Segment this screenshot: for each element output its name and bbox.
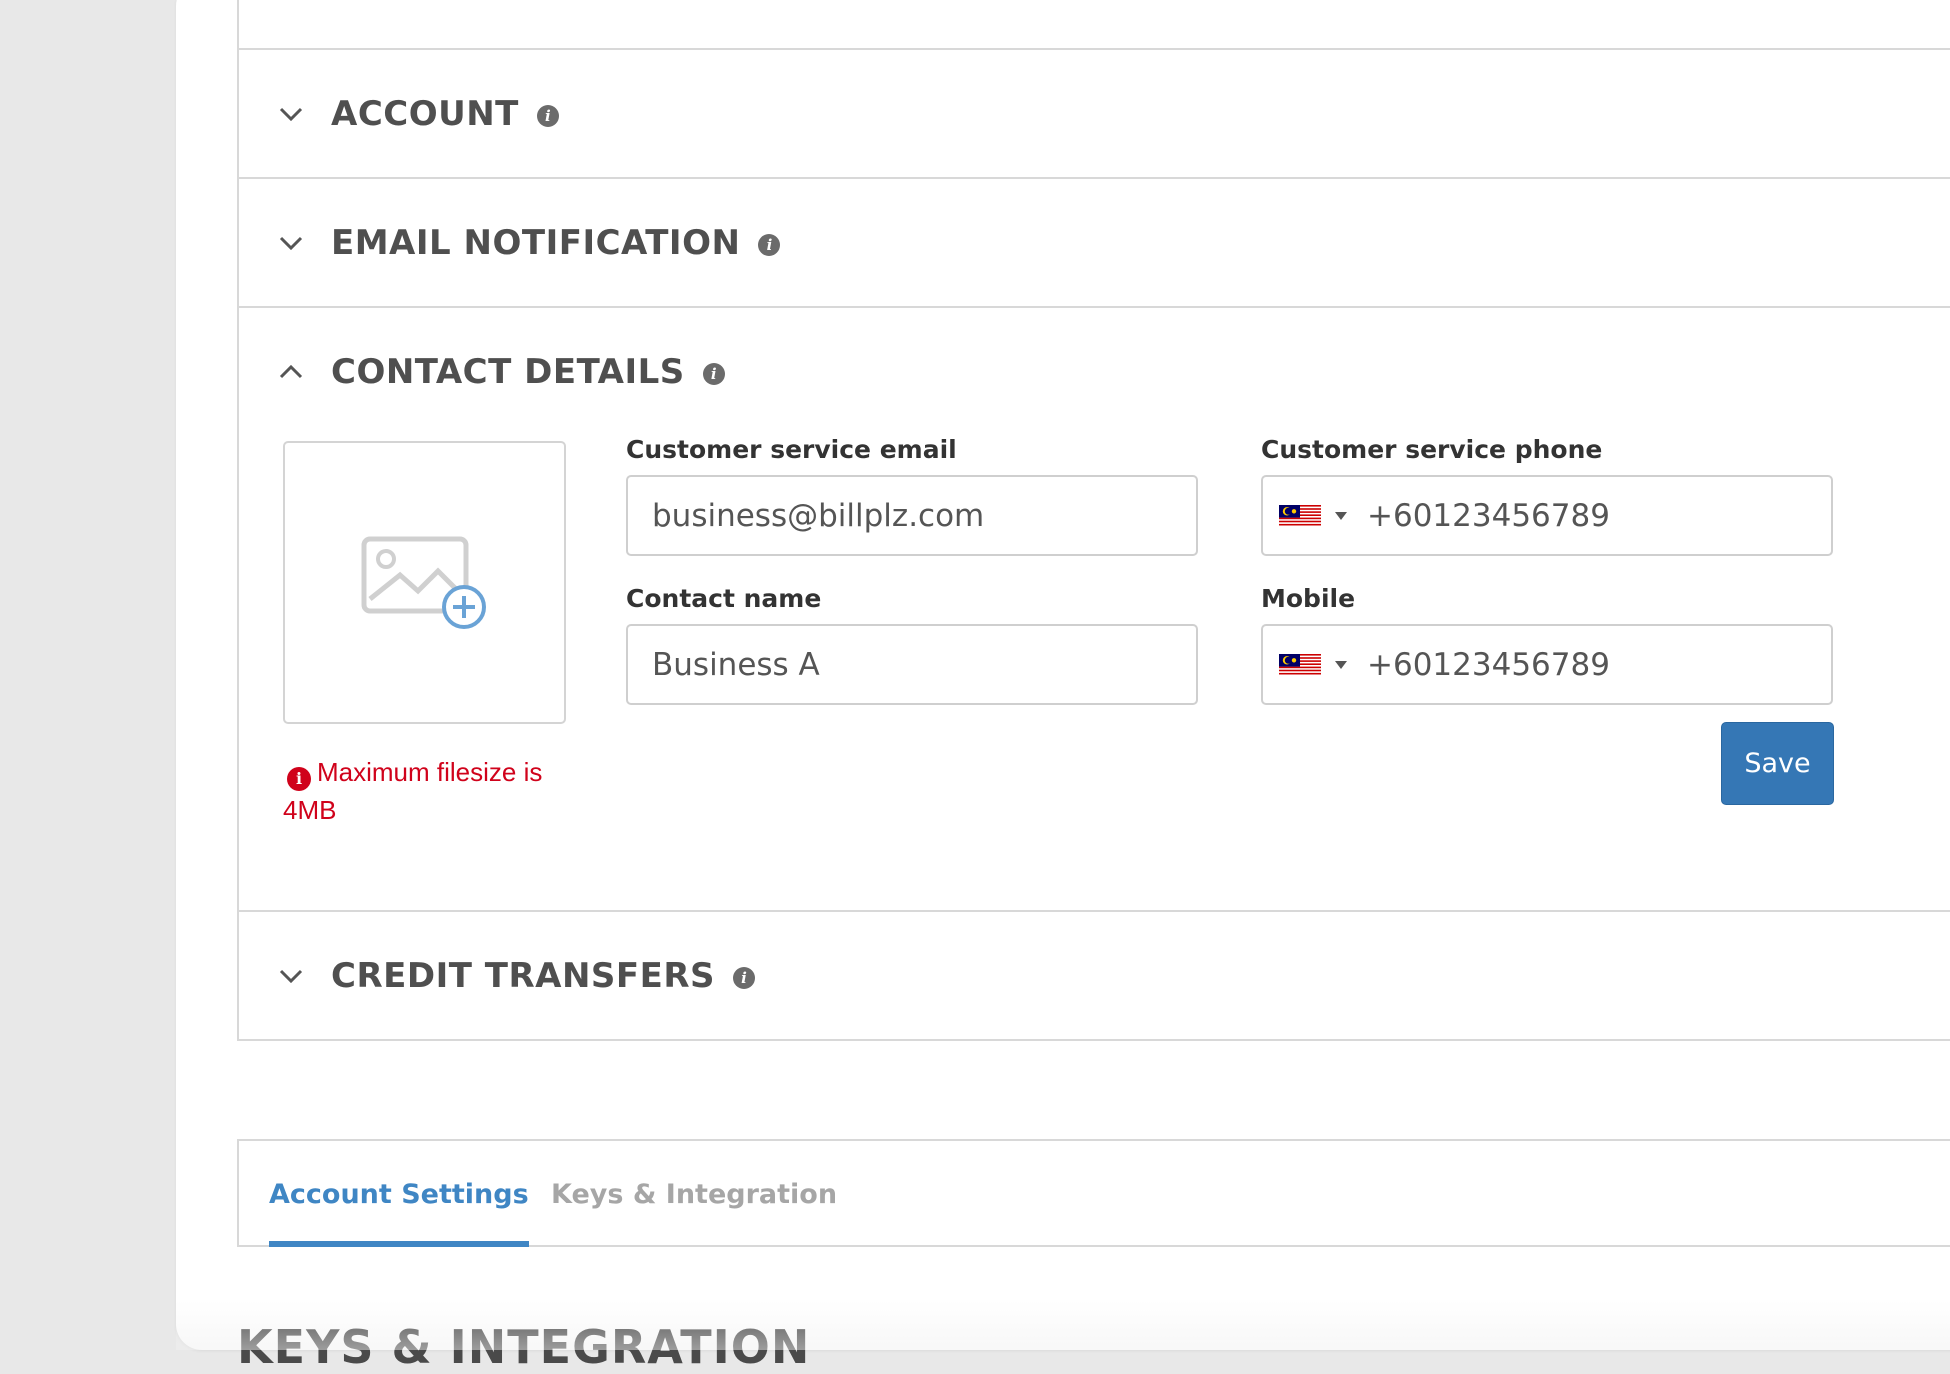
section-account: ACCOUNT i: [239, 50, 1950, 179]
mobile-label: Mobile: [1261, 584, 1356, 613]
contact-details-body: i Maximum filesize is 4MB Customer servic…: [239, 435, 1950, 910]
mobile-number-input[interactable]: [1365, 626, 1831, 703]
info-icon[interactable]: i: [702, 362, 725, 385]
chevron-down-icon: [279, 964, 303, 988]
section-title: CONTACT DETAILS: [331, 351, 685, 392]
tab-keys-integration[interactable]: Keys & Integration: [551, 1141, 837, 1247]
section-account-header[interactable]: ACCOUNT i: [239, 50, 1950, 177]
previous-section-bottom: [237, 0, 1950, 50]
add-image-icon: [361, 536, 486, 629]
tab-account-settings[interactable]: Account Settings: [269, 1141, 529, 1247]
tab-bar: Account Settings Keys & Integration: [237, 1139, 1950, 1247]
chevron-down-icon: [279, 102, 303, 126]
section-contact-details: CONTACT DETAILS i i Maximum filesize is 4…: [239, 308, 1950, 912]
section-email-notification: EMAIL NOTIFICATION i: [239, 179, 1950, 308]
country-code-select[interactable]: [1263, 477, 1365, 554]
settings-accordion: ACCOUNT i EMAIL NOTIFICATION i CONTACT D…: [237, 50, 1950, 1041]
chevron-up-icon: [279, 360, 303, 384]
info-icon[interactable]: i: [758, 233, 781, 256]
dropdown-caret-icon: [1335, 660, 1347, 669]
email-label: Customer service email: [626, 435, 957, 464]
contact-name-label: Contact name: [626, 584, 822, 613]
error-icon: i: [287, 767, 311, 791]
malaysia-flag-icon: [1279, 504, 1321, 527]
contact-name-field[interactable]: [626, 624, 1198, 705]
keys-integration-heading: KEYS & INTEGRATION: [237, 1320, 811, 1374]
phone-number-input[interactable]: [1365, 477, 1831, 554]
save-button[interactable]: Save: [1721, 722, 1834, 805]
info-icon[interactable]: i: [536, 104, 559, 127]
dropdown-caret-icon: [1335, 511, 1347, 520]
info-icon[interactable]: i: [733, 966, 756, 989]
section-title: EMAIL NOTIFICATION: [331, 222, 741, 263]
phone-label: Customer service phone: [1261, 435, 1603, 464]
chevron-down-icon: [279, 231, 303, 255]
section-contact-details-header[interactable]: CONTACT DETAILS i: [239, 308, 1950, 435]
section-email-notification-header[interactable]: EMAIL NOTIFICATION i: [239, 179, 1950, 306]
filesize-error-text: Maximum filesize is 4MB: [283, 757, 543, 825]
section-title: CREDIT TRANSFERS: [331, 955, 716, 996]
logo-upload-box[interactable]: [283, 441, 566, 724]
mobile-field: [1261, 624, 1833, 705]
malaysia-flag-icon: [1279, 653, 1321, 676]
section-credit-transfers-header[interactable]: CREDIT TRANSFERS i: [239, 912, 1950, 1039]
section-title: ACCOUNT: [331, 93, 519, 134]
phone-field: [1261, 475, 1833, 556]
country-code-select[interactable]: [1263, 626, 1365, 703]
filesize-error: i Maximum filesize is 4MB: [283, 753, 583, 829]
email-field[interactable]: [626, 475, 1198, 556]
section-credit-transfers: CREDIT TRANSFERS i: [239, 912, 1950, 1041]
